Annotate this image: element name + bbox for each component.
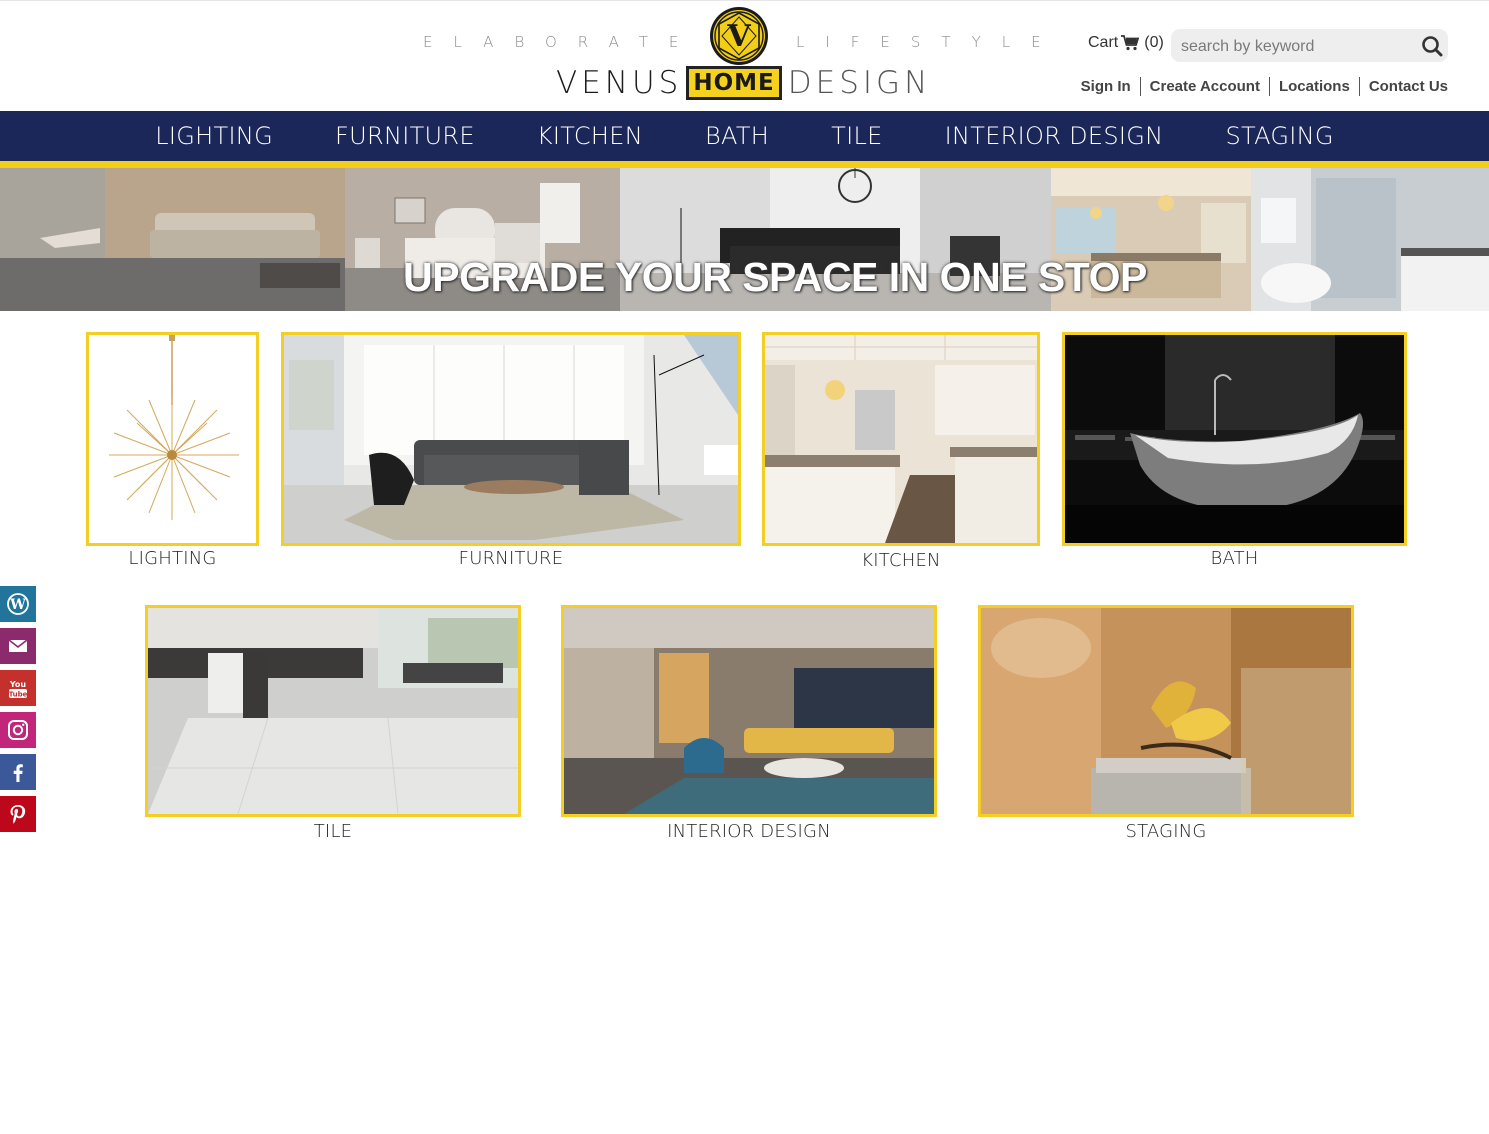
nav-item-staging[interactable]: STAGING <box>1194 122 1364 150</box>
tagline-right: LIFESTYLE <box>796 33 1062 51</box>
email-icon <box>8 639 28 652</box>
top-border <box>0 0 1489 1</box>
category-tile-bath[interactable]: BATH <box>1062 332 1407 572</box>
facebook-icon <box>13 764 23 782</box>
logo-word-design: DESIGN <box>787 65 932 101</box>
instagram-button[interactable] <box>0 712 36 748</box>
category-tile-interior-design[interactable]: INTERIOR DESIGN <box>561 605 937 845</box>
category-tile-staging[interactable]: STAGING <box>978 605 1354 845</box>
email-button[interactable] <box>0 628 36 664</box>
cart-label: Cart <box>1088 34 1119 51</box>
logo-emblem-icon[interactable]: V <box>709 6 769 66</box>
category-tile-tile[interactable]: TILE <box>145 605 521 845</box>
nav-item-kitchen[interactable]: KITCHEN <box>506 122 674 150</box>
category-tile-lighting[interactable]: LIGHTING <box>86 332 259 572</box>
logo-wordmark[interactable]: VENUS HOME DESIGN <box>556 64 931 102</box>
nav-item-lighting[interactable]: LIGHTING <box>124 122 304 150</box>
instagram-icon <box>8 720 28 740</box>
create-account-link[interactable]: Create Account <box>1139 77 1269 96</box>
cart-link[interactable]: Cart (0) <box>1088 34 1164 52</box>
facebook-button[interactable] <box>0 754 36 790</box>
svg-text:You: You <box>9 680 27 689</box>
locations-link[interactable]: Locations <box>1268 77 1359 96</box>
wordpress-button[interactable]: W <box>0 586 36 622</box>
nav-item-tile[interactable]: TILE <box>800 122 913 150</box>
category-label-staging: STAGING <box>1125 821 1207 842</box>
category-label-interior-design: INTERIOR DESIGN <box>667 821 831 842</box>
category-label-bath: BATH <box>1210 548 1259 569</box>
svg-text:W: W <box>9 597 26 613</box>
youtube-icon: You Tube <box>9 680 28 699</box>
category-image-kitchen <box>762 332 1040 546</box>
nav-item-furniture[interactable]: FURNITURE <box>304 122 506 150</box>
wordpress-icon: W <box>7 593 29 615</box>
category-image-lighting <box>86 332 259 546</box>
logo-word-venus: VENUS <box>556 65 683 101</box>
cart-count: (0) <box>1144 34 1164 51</box>
category-image-staging <box>978 605 1354 817</box>
category-image-tile <box>145 605 521 817</box>
category-label-lighting: LIGHTING <box>128 548 217 569</box>
contact-us-link[interactable]: Contact Us <box>1358 77 1448 96</box>
tagline-left: ELABORATE <box>423 33 700 51</box>
category-tile-furniture[interactable]: FURNITURE <box>281 332 741 572</box>
nav-item-interior-design[interactable]: INTERIOR DESIGN <box>914 122 1195 150</box>
pinterest-button[interactable] <box>0 796 36 832</box>
category-label-furniture: FURNITURE <box>458 548 564 569</box>
account-links: Sign In Create Account Locations Contact… <box>1081 77 1448 96</box>
pinterest-icon <box>10 805 26 824</box>
shopping-cart-icon <box>1121 35 1140 51</box>
category-label-kitchen: KITCHEN <box>861 550 941 571</box>
social-sidebar: W You Tube <box>0 586 36 838</box>
main-nav: LIGHTING FURNITURE KITCHEN BATH TILE INT… <box>0 111 1489 168</box>
search-icon[interactable] <box>1421 35 1443 57</box>
sign-in-link[interactable]: Sign In <box>1081 77 1140 96</box>
search-box <box>1171 29 1448 64</box>
nav-item-bath[interactable]: BATH <box>674 122 800 150</box>
category-image-bath <box>1062 332 1407 546</box>
youtube-button[interactable]: You Tube <box>0 670 36 706</box>
category-image-interior-design <box>561 605 937 817</box>
category-tile-kitchen[interactable]: KITCHEN <box>762 332 1040 574</box>
hero-banner[interactable]: UPGRADE YOUR SPACE IN ONE STOP <box>0 168 1489 311</box>
logo-word-home: HOME <box>686 66 782 100</box>
search-input[interactable] <box>1179 29 1418 64</box>
logo-emblem-letter: V <box>726 19 751 54</box>
category-label-tile: TILE <box>313 821 353 842</box>
banner-headline: UPGRADE YOUR SPACE IN ONE STOP <box>403 254 1147 300</box>
svg-text:Tube: Tube <box>9 691 28 699</box>
category-image-furniture <box>281 332 741 546</box>
